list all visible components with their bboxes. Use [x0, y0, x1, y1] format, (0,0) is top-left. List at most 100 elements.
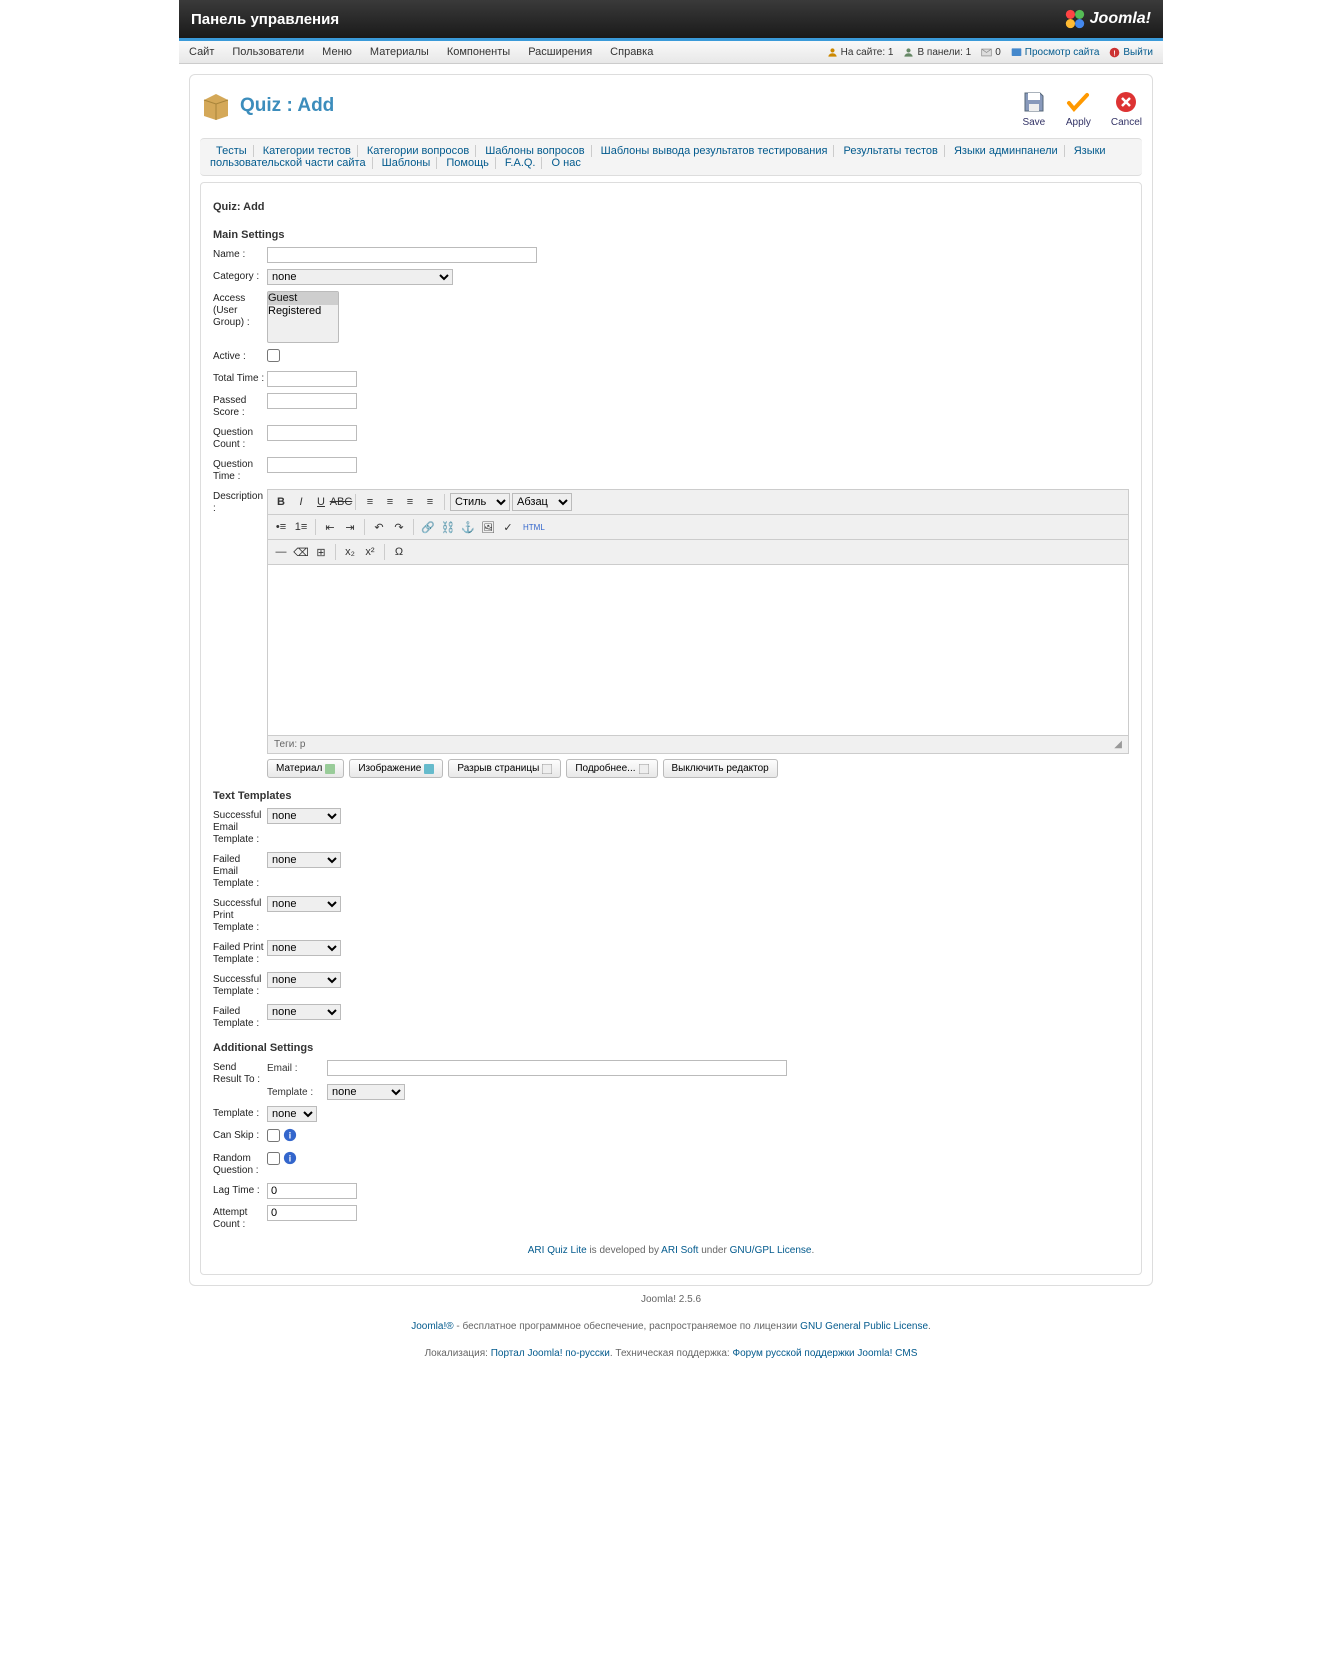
image-insert-button[interactable]: Изображение: [349, 759, 443, 778]
joomla-ru-link[interactable]: Портал Joomla! по-русски: [491, 1348, 610, 1359]
gnu-link[interactable]: GNU/GPL License: [730, 1245, 812, 1256]
tab-question-templates[interactable]: Шаблоны вопросов: [479, 145, 591, 157]
toggle-editor-button[interactable]: Выключить редактор: [663, 759, 778, 778]
tab-test-categories[interactable]: Категории тестов: [257, 145, 358, 157]
html-button[interactable]: HTML: [519, 518, 549, 536]
align-right-button[interactable]: ≡: [401, 493, 419, 511]
section-text-templates: Text Templates: [213, 790, 1129, 802]
nav-help[interactable]: Справка: [610, 46, 653, 58]
align-justify-button[interactable]: ≡: [421, 493, 439, 511]
tab-admin-lang[interactable]: Языки админпанели: [948, 145, 1065, 157]
table-button[interactable]: ⊞: [312, 543, 330, 561]
charmap-button[interactable]: Ω: [390, 543, 408, 561]
success-email-select[interactable]: none: [267, 808, 341, 824]
tab-result-templates[interactable]: Шаблоны вывода результатов тестирования: [595, 145, 835, 157]
superscript-button[interactable]: x²: [361, 543, 379, 561]
tab-help[interactable]: Помощь: [440, 157, 496, 169]
ari-quiz-link[interactable]: ARI Quiz Lite: [528, 1245, 587, 1256]
ari-soft-link[interactable]: ARI Soft: [661, 1245, 698, 1256]
active-checkbox[interactable]: [267, 349, 280, 362]
undo-button[interactable]: ↶: [370, 518, 388, 536]
nav-menu[interactable]: Меню: [322, 46, 352, 58]
material-icon: [325, 764, 335, 774]
nav-materials[interactable]: Материалы: [370, 46, 429, 58]
tab-tests[interactable]: Тесты: [210, 145, 254, 157]
style-select[interactable]: Стиль: [450, 493, 510, 511]
view-site-link[interactable]: Просмотр сайта: [1025, 47, 1100, 58]
tab-question-categories[interactable]: Категории вопросов: [361, 145, 476, 157]
align-center-button[interactable]: ≡: [381, 493, 399, 511]
success-print-select[interactable]: none: [267, 896, 341, 912]
passed-score-input[interactable]: [267, 393, 357, 409]
strike-button[interactable]: ABC: [332, 493, 350, 511]
underline-button[interactable]: U: [312, 493, 330, 511]
lag-time-input[interactable]: [267, 1183, 357, 1199]
cancel-button[interactable]: Cancel: [1111, 90, 1142, 128]
localization-footer: Локализация: Портал Joomla! по-русски. Т…: [189, 1340, 1153, 1367]
image-button[interactable]: 🖼: [479, 518, 497, 536]
subscript-button[interactable]: x₂: [341, 543, 359, 561]
email-input[interactable]: [327, 1060, 787, 1076]
bullet-list-button[interactable]: •≡: [272, 518, 290, 536]
readmore-button[interactable]: Подробнее...: [566, 759, 657, 778]
align-left-button[interactable]: ≡: [361, 493, 379, 511]
logout-icon: !: [1109, 47, 1120, 58]
joomla-ru-forum-link[interactable]: Форум русской поддержки Joomla! CMS: [733, 1348, 918, 1359]
can-skip-checkbox[interactable]: [267, 1129, 280, 1142]
name-input[interactable]: [267, 247, 537, 263]
question-time-input[interactable]: [267, 457, 357, 473]
outdent-button[interactable]: ⇤: [321, 518, 339, 536]
label-template-sub: Template :: [267, 1087, 327, 1098]
nav-components[interactable]: Компоненты: [447, 46, 510, 58]
italic-button[interactable]: I: [292, 493, 310, 511]
apply-button[interactable]: Apply: [1066, 90, 1091, 128]
unlink-button[interactable]: ⛓️: [439, 518, 457, 536]
template-select[interactable]: none: [267, 1106, 317, 1122]
template-sub-select[interactable]: none: [327, 1084, 405, 1100]
label-question-time: Question Time :: [213, 457, 267, 483]
save-button[interactable]: Save: [1022, 90, 1046, 128]
tab-results[interactable]: Результаты тестов: [837, 145, 944, 157]
nav-site[interactable]: Сайт: [189, 46, 214, 58]
failed-email-select[interactable]: none: [267, 852, 341, 868]
info-icon[interactable]: i: [283, 1128, 297, 1142]
indent-button[interactable]: ⇥: [341, 518, 359, 536]
hr-button[interactable]: —: [272, 543, 290, 561]
access-select[interactable]: GuestRegistered: [267, 291, 339, 343]
nav-extensions[interactable]: Расширения: [528, 46, 592, 58]
info-icon[interactable]: i: [283, 1151, 297, 1165]
gpl-link[interactable]: GNU General Public License: [800, 1321, 928, 1332]
link-button[interactable]: 🔗: [419, 518, 437, 536]
question-count-input[interactable]: [267, 425, 357, 441]
number-list-button[interactable]: 1≡: [292, 518, 310, 536]
tab-templates[interactable]: Шаблоны: [376, 157, 438, 169]
tab-about[interactable]: О нас: [546, 157, 587, 169]
image-icon: [424, 764, 434, 774]
pagebreak-button[interactable]: Разрыв страницы: [448, 759, 561, 778]
logout-link[interactable]: Выйти: [1123, 47, 1153, 58]
editor-resize-handle[interactable]: ◢: [1114, 739, 1122, 750]
component-tabs: Тесты Категории тестов Категории вопросо…: [200, 138, 1142, 176]
attempt-count-input[interactable]: [267, 1205, 357, 1221]
anchor-button[interactable]: ⚓: [459, 518, 477, 536]
editor-textarea[interactable]: [268, 565, 1128, 735]
success-tpl-select[interactable]: none: [267, 972, 341, 988]
pagebreak-icon: [542, 764, 552, 774]
failed-print-select[interactable]: none: [267, 940, 341, 956]
label-lag-time: Lag Time :: [213, 1183, 267, 1197]
random-question-checkbox[interactable]: [267, 1152, 280, 1165]
category-select[interactable]: none: [267, 269, 453, 285]
nav-users[interactable]: Пользователи: [232, 46, 304, 58]
quiz-box-icon: [200, 90, 232, 122]
paragraph-select[interactable]: Абзац: [512, 493, 572, 511]
material-button[interactable]: Материал: [267, 759, 344, 778]
joomla-link[interactable]: Joomla!®: [411, 1321, 453, 1332]
label-access: Access (User Group) :: [213, 291, 267, 329]
cleanup-button[interactable]: ✓: [499, 518, 517, 536]
failed-tpl-select[interactable]: none: [267, 1004, 341, 1020]
total-time-input[interactable]: [267, 371, 357, 387]
tab-faq[interactable]: F.A.Q.: [499, 157, 543, 169]
redo-button[interactable]: ↷: [390, 518, 408, 536]
bold-button[interactable]: B: [272, 493, 290, 511]
removeformat-button[interactable]: ⌫: [292, 543, 310, 561]
